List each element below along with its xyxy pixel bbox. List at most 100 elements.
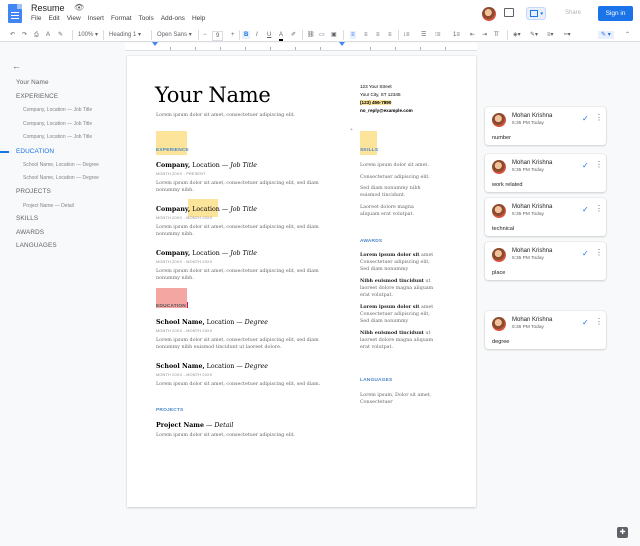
comment-card[interactable]: Mohan Krishna 5:35 PM Today ✓ ⋮ number: [485, 107, 606, 145]
menu-help[interactable]: Help: [192, 15, 205, 22]
award-3-title[interactable]: Lorem ipsum dolor sit amet: [360, 304, 433, 311]
redo-icon[interactable]: ↷: [22, 31, 27, 39]
languages-heading[interactable]: LANGUAGES: [360, 378, 392, 383]
bulleted-list-icon[interactable]: ⁝≡: [435, 31, 440, 39]
user-avatar[interactable]: [482, 7, 496, 21]
zoom-select[interactable]: 100% ▾: [78, 31, 98, 39]
present-button[interactable]: ▾: [526, 7, 546, 20]
outline-item-school-2[interactable]: School Name, Location — Degree: [23, 175, 99, 181]
award-3-line-2[interactable]: Sed diam nonummy: [360, 318, 408, 325]
right-indent-marker[interactable]: [339, 42, 345, 46]
font-size-input[interactable]: 9: [212, 31, 224, 41]
job-1-desc-1[interactable]: Lorem ipsum dolor sit amet, consectetuer…: [156, 180, 319, 187]
document-title[interactable]: Resume: [31, 3, 65, 13]
menu-addons[interactable]: Add-ons: [161, 15, 185, 22]
outline-item-your-name[interactable]: Your Name: [16, 79, 49, 86]
outline-item-skills[interactable]: SKILLS: [16, 215, 38, 222]
numbered-list-icon[interactable]: 1≡: [453, 31, 460, 39]
skills-line-1[interactable]: Lorem ipsum dolor sit amet.: [360, 162, 429, 169]
fill-color-icon[interactable]: ◈▾: [513, 31, 521, 39]
school-2-heading[interactable]: School Name, Location — Degree: [156, 363, 268, 370]
italic-icon[interactable]: I: [256, 31, 258, 39]
left-indent-marker[interactable]: [152, 42, 158, 46]
resolve-check-icon[interactable]: ✓: [582, 318, 589, 327]
font-select[interactable]: Open Sans ▾: [157, 31, 192, 39]
languages-line-2[interactable]: Consectetuer: [360, 399, 393, 406]
skills-line-6[interactable]: aliquam erat volutpat.: [360, 211, 414, 218]
checklist-icon[interactable]: ☰: [421, 31, 426, 39]
award-3-line-1[interactable]: Consectetuer adipiscing elit,: [360, 311, 430, 318]
comment-history-icon[interactable]: [504, 8, 514, 17]
align-right-icon[interactable]: ≡: [376, 31, 380, 39]
outline-item-experience[interactable]: EXPERIENCE: [16, 93, 58, 100]
contact-email[interactable]: no_reply@example.com: [360, 108, 413, 113]
outline-item-job-2[interactable]: Company, Location — Job Title: [23, 121, 92, 127]
decrease-size-icon[interactable]: −: [203, 31, 207, 39]
border-dash-icon[interactable]: ┅▾: [564, 31, 571, 39]
horizontal-ruler[interactable]: [125, 42, 477, 51]
doc-name-heading[interactable]: Your Name: [155, 83, 271, 107]
menu-file[interactable]: File: [31, 15, 41, 22]
comment-card[interactable]: Mohan Krishna 5:35 PM Today ✓ ⋮ technica…: [485, 198, 606, 236]
sign-in-button[interactable]: Sign in: [598, 6, 633, 21]
decrease-indent-icon[interactable]: ⇤: [470, 31, 475, 39]
align-left-icon[interactable]: ≡: [350, 31, 356, 39]
menu-view[interactable]: View: [67, 15, 81, 22]
award-4-title[interactable]: Nibh euismod tincidunt ut: [360, 330, 430, 337]
align-justify-icon[interactable]: ≡: [388, 31, 392, 39]
languages-line-1[interactable]: Lorem ipsum, Dolor sit amet,: [360, 392, 431, 399]
clear-formatting-icon[interactable]: T̸: [494, 31, 498, 39]
line-spacing-icon[interactable]: ↕≡: [403, 31, 410, 39]
outline-item-awards[interactable]: AWARDS: [16, 229, 44, 236]
style-select[interactable]: Heading 1 ▾: [109, 31, 141, 39]
highlight-icon[interactable]: ✐: [291, 31, 296, 39]
spellcheck-icon[interactable]: A: [46, 31, 50, 39]
comment-anchor-icon[interactable]: +: [350, 127, 353, 133]
editing-mode-icon[interactable]: ✎ ▾: [598, 31, 614, 39]
school-2-desc-1[interactable]: Lorem ipsum dolor sit amet, consectetuer…: [156, 381, 320, 388]
school-1-desc-1[interactable]: Lorem ipsum dolor sit amet, consectetuer…: [156, 337, 319, 344]
menu-format[interactable]: Format: [111, 15, 132, 22]
paint-format-icon[interactable]: ✎: [58, 31, 63, 39]
school-1-heading[interactable]: School Name, Location — Degree: [156, 319, 268, 326]
outline-item-education[interactable]: EDUCATION: [16, 148, 54, 155]
collapse-toolbar-icon[interactable]: ⌃: [625, 31, 630, 39]
add-comment-icon[interactable]: ▭: [319, 31, 325, 39]
comment-card[interactable]: Mohan Krishna 5:35 PM Today ✓ ⋮ work rel…: [485, 154, 606, 192]
contact-city[interactable]: Your City, ST 12345: [360, 92, 401, 97]
more-options-icon[interactable]: ⋮: [595, 160, 603, 169]
resolve-check-icon[interactable]: ✓: [582, 161, 589, 170]
menu-tools[interactable]: Tools: [139, 15, 154, 22]
comment-card[interactable]: Mohan Krishna 5:35 PM Today ✓ ⋮ place: [485, 242, 606, 280]
projects-heading[interactable]: PROJECTS: [156, 408, 183, 413]
undo-icon[interactable]: ↶: [10, 31, 15, 39]
school-1-desc-2[interactable]: nonummy nibh euismod tincidunt ut laoree…: [156, 344, 282, 351]
border-color-icon[interactable]: ✎▾: [530, 31, 538, 39]
resolve-check-icon[interactable]: ✓: [582, 114, 589, 123]
award-1-line-2[interactable]: Sed diam nonummy: [360, 266, 408, 273]
link-icon[interactable]: ⛓: [307, 31, 315, 39]
more-options-icon[interactable]: ⋮: [595, 248, 603, 257]
award-4-line-1[interactable]: laoreet dolore magna aliquam: [360, 337, 433, 344]
menu-insert[interactable]: Insert: [88, 15, 104, 22]
skills-line-5[interactable]: Laoreet dolore magna: [360, 204, 414, 211]
outline-item-job-3[interactable]: Company, Location — Job Title: [23, 134, 92, 140]
image-icon[interactable]: ▣: [331, 31, 337, 39]
award-2-line-1[interactable]: laoreet dolore magna aliquam: [360, 285, 433, 292]
award-2-title[interactable]: Nibh euismod tincidunt ut: [360, 278, 430, 285]
outline-item-projects[interactable]: PROJECTS: [16, 188, 51, 195]
skills-line-4[interactable]: euismod tincidunt.: [360, 192, 405, 199]
share-button[interactable]: Share: [554, 6, 592, 21]
border-weight-icon[interactable]: ≡▾: [547, 31, 554, 39]
resolve-check-icon[interactable]: ✓: [582, 205, 589, 214]
outline-item-school-1[interactable]: School Name, Location — Degree: [23, 162, 99, 168]
close-outline-arrow-icon[interactable]: ←: [12, 61, 21, 71]
bold-icon[interactable]: B: [242, 31, 251, 39]
award-2-line-2[interactable]: erat volutpat.: [360, 292, 393, 299]
menu-edit[interactable]: Edit: [48, 15, 59, 22]
award-4-line-2[interactable]: erat volutpat.: [360, 344, 393, 351]
comment-card[interactable]: Mohan Krishna 5:36 PM Today ✓ ⋮ degree: [485, 311, 606, 349]
text-color-icon[interactable]: A: [279, 31, 284, 41]
outline-item-languages[interactable]: LANGUAGES: [16, 242, 57, 249]
job-2-desc-1[interactable]: Lorem ipsum dolor sit amet, consectetuer…: [156, 224, 319, 231]
